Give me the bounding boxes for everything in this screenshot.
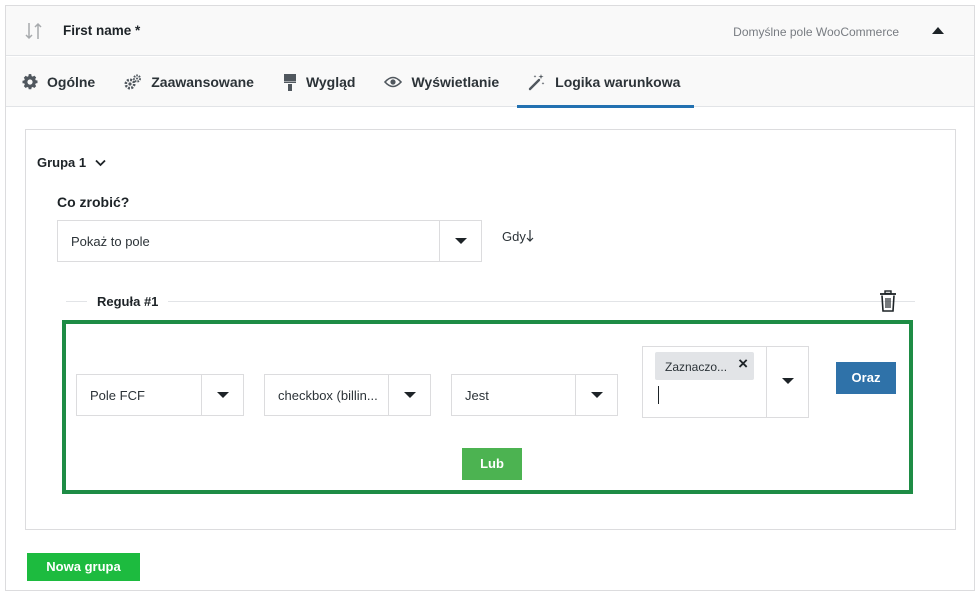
close-icon[interactable]: ×: [738, 355, 748, 373]
action-select[interactable]: Pokaż to pole: [57, 220, 482, 262]
when-label: Gdy: [502, 229, 534, 244]
tab-appearance[interactable]: Wygląd: [272, 57, 370, 107]
tab-display-label: Wyświetlanie: [411, 74, 500, 90]
rule-title: Reguła #1: [97, 294, 159, 309]
tab-general-label: Ogólne: [47, 74, 96, 90]
gear-icon: [22, 74, 38, 90]
or-button[interactable]: Lub: [462, 448, 522, 480]
tab-advanced-label: Zaawansowane: [151, 74, 254, 90]
settings-tabs: Ogólne Zaawansowane Wygląd Wyświetlanie …: [6, 57, 974, 108]
field-title: First name *: [63, 23, 141, 38]
field-header: First name * Domyślne pole WooCommerce: [6, 6, 974, 56]
action-select-value: Pokaż to pole: [71, 234, 150, 249]
tab-display[interactable]: Wyświetlanie: [373, 57, 513, 107]
gears-icon: [124, 74, 142, 90]
eye-icon: [384, 76, 403, 88]
rule-conditions: Pole FCF checkbox (billin... Jest Zaznac…: [62, 320, 913, 494]
tab-conditional-logic-label: Logika warunkowa: [555, 74, 681, 90]
dropdown-arrow-icon: [388, 375, 430, 415]
value-tag: Zaznaczo... ×: [655, 352, 754, 380]
chevron-down-icon: [95, 159, 106, 166]
field-name-value: checkbox (billin...: [278, 388, 378, 403]
collapse-arrow-icon[interactable]: [932, 27, 944, 34]
dropdown-arrow-icon[interactable]: [766, 347, 808, 417]
arrow-down-icon: [526, 230, 534, 242]
when-label-text: Gdy: [502, 229, 526, 244]
group-title: Grupa 1: [37, 155, 87, 170]
rule-divider-left: [66, 301, 87, 302]
tab-conditional-logic[interactable]: Logika warunkowa: [517, 57, 695, 108]
value-multiselect[interactable]: Zaznaczo... ×: [642, 346, 809, 418]
trash-icon[interactable]: [879, 290, 897, 312]
tab-advanced[interactable]: Zaawansowane: [113, 57, 268, 107]
paint-roller-icon: [283, 73, 296, 91]
dropdown-arrow-icon: [439, 221, 481, 261]
action-label: Co zrobić?: [57, 194, 130, 210]
value-tag-label: Zaznaczo...: [665, 360, 728, 374]
text-caret: [658, 386, 659, 404]
condition-group: Grupa 1 Co zrobić? Pokaż to pole Gdy Reg…: [25, 129, 956, 530]
and-button[interactable]: Oraz: [836, 362, 896, 394]
tab-appearance-label: Wygląd: [305, 74, 356, 90]
dropdown-arrow-icon: [201, 375, 243, 415]
field-source-select[interactable]: Pole FCF: [76, 374, 244, 416]
new-group-button[interactable]: Nowa grupa: [27, 553, 140, 581]
operator-value: Jest: [465, 388, 489, 403]
rule-divider-right: [168, 301, 915, 302]
operator-select[interactable]: Jest: [451, 374, 618, 416]
sort-arrows-icon[interactable]: [24, 22, 44, 40]
tab-general[interactable]: Ogólne: [11, 57, 109, 107]
group-header[interactable]: Grupa 1: [37, 155, 106, 170]
field-name-select[interactable]: checkbox (billin...: [264, 374, 431, 416]
magic-wand-icon: [528, 74, 545, 91]
dropdown-arrow-icon: [575, 375, 617, 415]
field-panel: First name * Domyślne pole WooCommerce O…: [5, 5, 975, 591]
field-type-label: Domyślne pole WooCommerce: [733, 25, 899, 39]
field-source-value: Pole FCF: [90, 388, 145, 403]
